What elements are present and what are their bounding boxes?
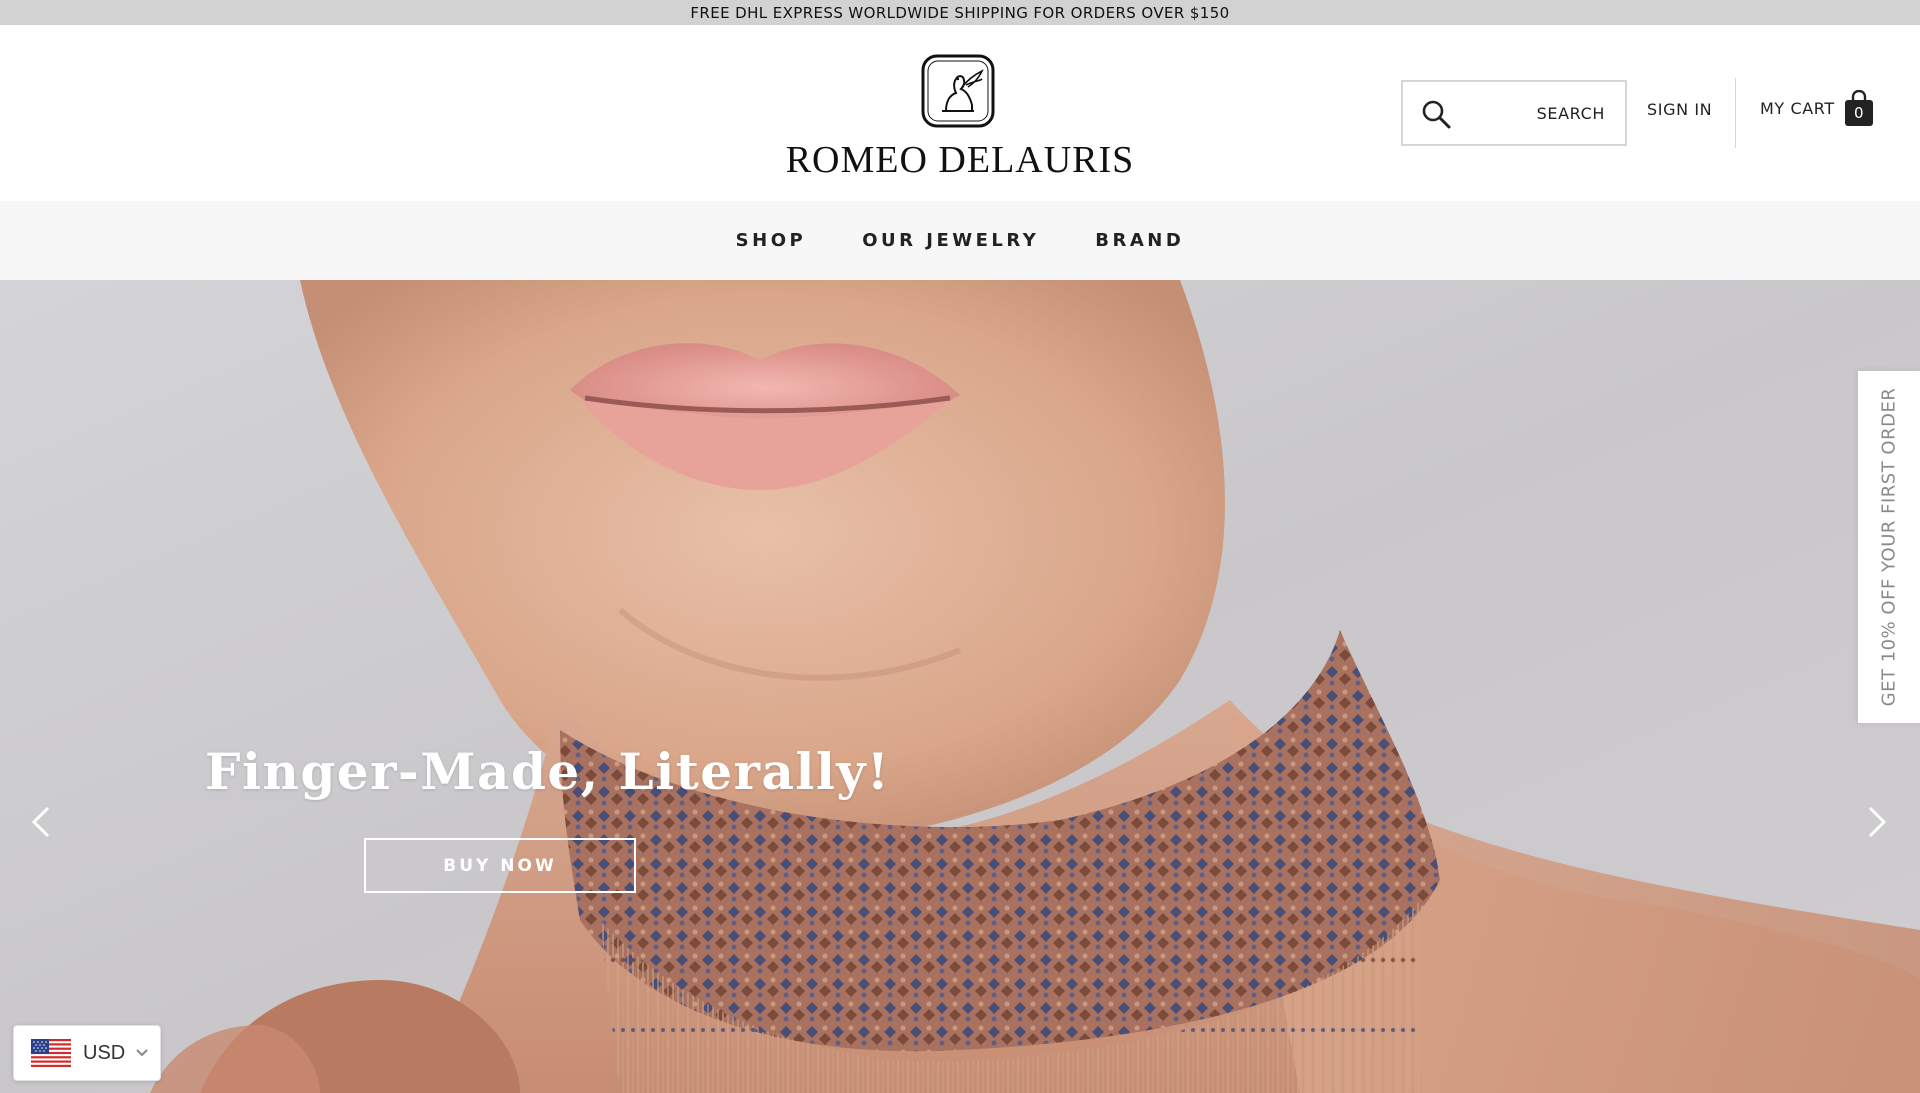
search-input[interactable]: SEARCH (1401, 80, 1627, 146)
hero-slider: Finger-Made, Literally! BUY NOW (0, 280, 1920, 1093)
buy-now-button[interactable]: BUY NOW (364, 838, 636, 893)
currency-selector[interactable]: USD (13, 1025, 161, 1081)
discount-text: GET 10% OFF YOUR FIRST ORDER (1878, 387, 1900, 707)
chevron-down-icon (136, 1049, 148, 1057)
promo-text: FREE DHL EXPRESS WORLDWIDE SHIPPING FOR … (690, 3, 1230, 22)
cart-button[interactable]: MY CART 0 (1760, 88, 1873, 128)
hero-image (0, 280, 1920, 1093)
currency-code: USD (83, 1041, 126, 1064)
sphinx-emblem-icon (921, 54, 995, 128)
us-flag-icon (31, 1039, 71, 1067)
cart-label: MY CART (1760, 98, 1835, 118)
chevron-left-icon[interactable] (26, 802, 56, 842)
brand-logo[interactable]: ROMEO DELAURIS (770, 53, 1150, 183)
search-label: SEARCH (1536, 104, 1605, 123)
nav-item-shop[interactable]: SHOP (734, 230, 809, 251)
site-header: ROMEO DELAURIS SEARCH SIGN IN MY CART 0 (0, 25, 1920, 201)
nav-item-brand[interactable]: BRAND (1093, 230, 1186, 251)
cart-count: 0 (1853, 104, 1864, 122)
brand-wordmark: ROMEO DELAURIS (785, 139, 1135, 181)
header-divider (1735, 78, 1736, 148)
hero-headline: Finger-Made, Literally! (205, 742, 891, 801)
sign-in-link[interactable]: SIGN IN (1647, 100, 1712, 119)
main-nav: SHOP OUR JEWELRY BRAND (0, 201, 1920, 280)
nav-item-our-jewelry[interactable]: OUR JEWELRY (860, 230, 1041, 251)
chevron-right-icon[interactable] (1862, 802, 1892, 842)
promo-bar: FREE DHL EXPRESS WORLDWIDE SHIPPING FOR … (0, 0, 1920, 25)
first-order-discount-tab[interactable]: GET 10% OFF YOUR FIRST ORDER (1858, 371, 1920, 723)
search-icon (1422, 100, 1451, 129)
shopping-bag-icon: 0 (1844, 89, 1873, 126)
